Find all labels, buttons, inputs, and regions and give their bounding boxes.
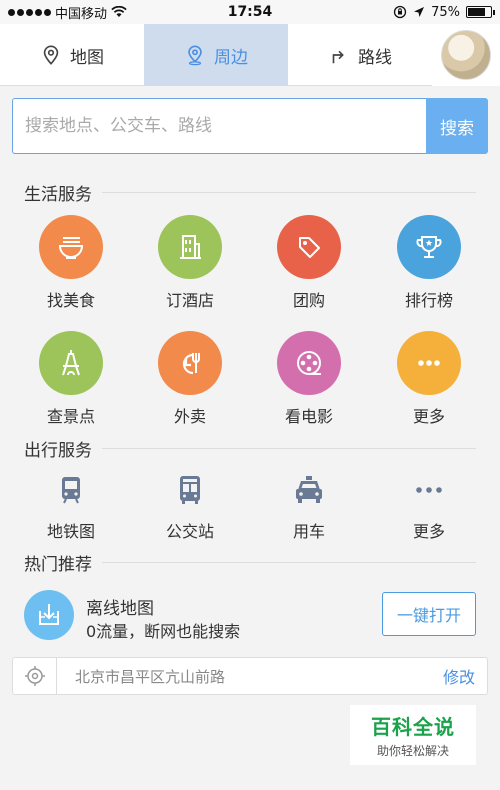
service-ranking[interactable]: 排行榜 [379,215,479,311]
service-food[interactable]: 找美食 [21,215,121,311]
offline-map-title: 离线地图 [86,599,154,619]
travel-services-title: 出行服务 [24,441,92,461]
life-services-header: 生活服务 [24,180,476,205]
travel-subway-label: 地铁图 [46,522,95,541]
service-attractions-label: 查景点 [46,407,95,426]
service-group-buy[interactable]: 团购 [259,215,359,311]
watermark-main: 百科全说 [371,715,455,739]
edit-location-link[interactable]: 修改 [431,664,487,688]
travel-bus[interactable]: 公交站 [140,470,240,542]
route-arrow-icon [332,50,344,64]
battery-percent: 75% [431,4,460,20]
service-takeout[interactable]: 外卖 [140,331,240,427]
offline-map-card: 离线地图 0流量，断网也能搜索 一键打开 [0,588,500,644]
plate-fork-icon [158,331,222,395]
travel-subway[interactable]: 地铁图 [21,470,121,542]
travel-services-header: 出行服务 [24,436,476,461]
search-button[interactable]: 搜索 [426,98,488,154]
locate-target-icon[interactable] [13,658,57,694]
price-tag-icon [277,215,341,279]
life-services-title: 生活服务 [24,185,92,205]
service-more-label: 更多 [412,407,445,426]
tab-route-label: 路线 [358,47,392,68]
subway-icon [51,470,91,510]
map-pin-outline-icon [43,45,59,65]
film-reel-icon [277,331,341,395]
bus-icon [170,470,210,510]
more-dots-icon [397,331,461,395]
download-icon [24,590,74,640]
divider [102,192,476,193]
service-more[interactable]: 更多 [379,331,479,427]
watermark-sub: 助你轻松解决 [376,744,449,758]
location-bar: 北京市昌平区亢山前路 修改 [12,657,488,695]
service-hotel-label: 订酒店 [165,291,214,310]
travel-car-label: 用车 [292,522,325,541]
tab-map[interactable]: 地图 [0,24,144,86]
tab-nearby[interactable]: 周边 [144,24,288,86]
search-input[interactable] [12,98,426,154]
travel-more-label: 更多 [412,522,445,541]
top-tab-bar: 地图 周边 路线 [0,24,500,86]
divider [102,562,476,563]
battery-icon [466,6,495,18]
tab-nearby-label: 周边 [214,47,248,68]
nearby-pin-icon [188,45,202,66]
current-address: 北京市昌平区亢山前路 [75,667,226,686]
service-attractions[interactable]: 查景点 [21,331,121,427]
location-arrow-icon [414,7,425,17]
travel-car[interactable]: 用车 [259,470,359,542]
divider [102,448,476,449]
rotation-lock-icon [393,5,407,19]
service-food-label: 找美食 [46,291,95,310]
watermark-logo: 百科全说 助你轻松解决 [350,705,476,765]
tab-route[interactable]: 路线 [288,24,432,86]
avatar-container[interactable] [432,24,500,86]
avatar[interactable] [441,30,491,80]
hot-header: 热门推荐 [24,550,476,575]
hot-title: 热门推荐 [24,555,92,575]
trophy-icon [397,215,461,279]
more-dots-icon [409,470,449,510]
service-movies-label: 看电影 [284,407,333,426]
offline-map-desc: 0流量，断网也能搜索 [86,622,241,641]
travel-more[interactable]: 更多 [379,470,479,542]
noodle-bowl-icon [39,215,103,279]
search-bar: 搜索 [12,98,488,154]
tab-map-label: 地图 [70,47,104,68]
taxi-icon [289,470,329,510]
eiffel-tower-icon [39,331,103,395]
service-group-buy-label: 团购 [292,291,325,310]
travel-bus-label: 公交站 [165,522,214,541]
status-bar: 中国移动 17:54 75% [0,0,500,24]
service-ranking-label: 排行榜 [404,291,453,310]
hotel-building-icon [158,215,222,279]
one-click-open-button[interactable]: 一键打开 [382,592,476,636]
service-movies[interactable]: 看电影 [259,331,359,427]
service-takeout-label: 外卖 [173,407,206,426]
service-hotel[interactable]: 订酒店 [140,215,240,311]
status-right: 75% [393,4,495,20]
